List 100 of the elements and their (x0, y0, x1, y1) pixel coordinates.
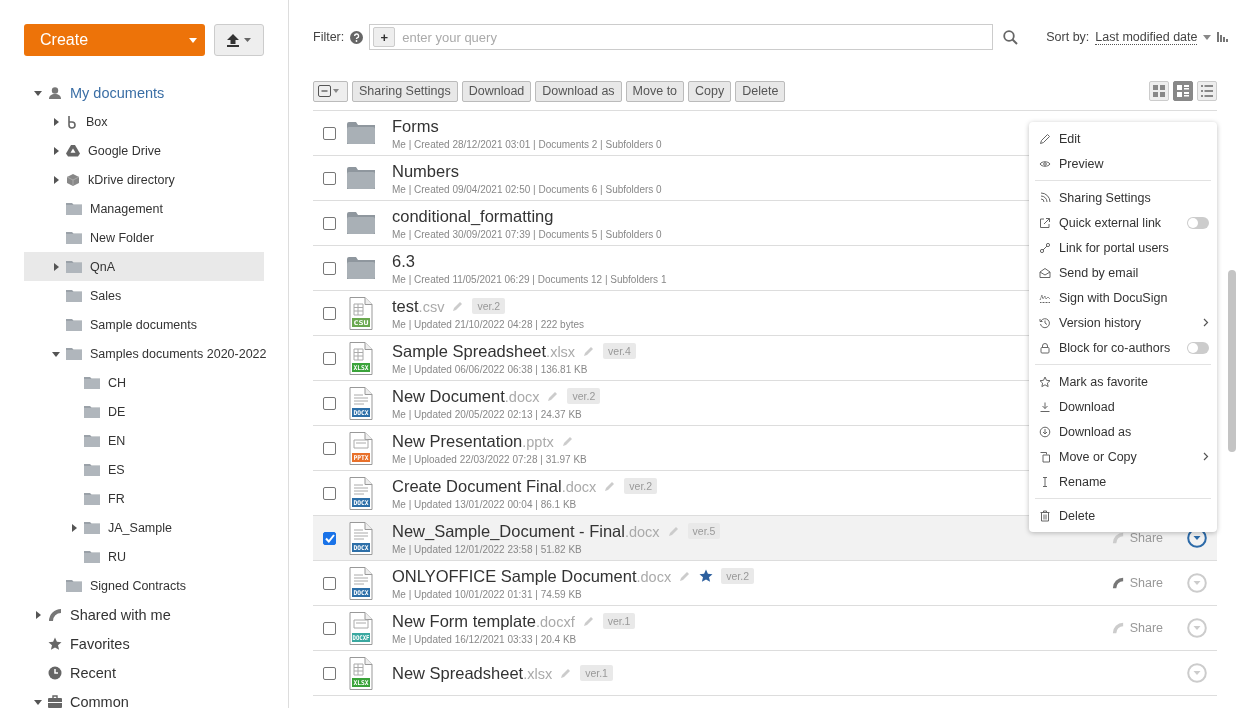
file-name[interactable]: New_Sample_Document - Final.docx (392, 521, 660, 541)
file-name[interactable]: test.csv (392, 296, 445, 316)
checkbox[interactable] (323, 216, 336, 230)
file-name[interactable]: Sample Spreadsheet.xlsx (392, 341, 576, 361)
checkbox[interactable] (323, 621, 336, 635)
tree-item[interactable]: Samples documents 2020-2022 (24, 339, 264, 368)
menu-item[interactable]: Download (1029, 394, 1217, 419)
checkbox[interactable] (323, 261, 336, 275)
tree-item[interactable]: QnA (24, 252, 264, 281)
view-toggle[interactable] (1149, 81, 1169, 101)
caret-down-icon[interactable] (52, 349, 60, 358)
menu-item[interactable]: Send by email (1029, 260, 1217, 285)
tree-item[interactable]: FR (24, 484, 264, 513)
file-meta: Me | Created 11/05/2021 06:29 | Documents 12 | Subfolders 1 (392, 273, 667, 285)
tree-item[interactable]: Management (24, 194, 264, 223)
checkbox[interactable] (323, 351, 336, 365)
caret-right-icon[interactable] (52, 146, 60, 155)
toggle-switch[interactable] (1187, 216, 1209, 229)
caret-right-icon[interactable] (52, 175, 60, 184)
toolbar-button[interactable]: Download as (535, 80, 622, 102)
caret-down-icon[interactable] (34, 88, 42, 97)
caret-down-icon[interactable] (34, 697, 42, 706)
file-name[interactable]: conditional_formatting (392, 206, 554, 226)
tree-item[interactable]: Sample documents (24, 310, 264, 339)
tree-item[interactable]: Favorites (24, 629, 264, 658)
caret-right-icon[interactable] (34, 610, 42, 619)
file-name[interactable]: Forms (392, 116, 439, 136)
caret-down-icon[interactable] (1203, 34, 1212, 40)
tree-item[interactable]: kDrive directory (24, 165, 264, 194)
tree-item[interactable]: JA_Sample (24, 513, 264, 542)
checkbox[interactable] (323, 576, 336, 590)
toolbar-button[interactable]: Sharing Settings (352, 80, 458, 102)
view-toggle[interactable] (1197, 81, 1217, 101)
file-name[interactable]: New Spreadsheet.xlsx (392, 663, 553, 683)
help-icon[interactable] (350, 30, 364, 44)
checkbox[interactable] (323, 441, 336, 455)
checkbox[interactable] (323, 126, 336, 140)
tree-item[interactable]: My documents (24, 78, 264, 107)
toolbar-button[interactable]: Delete (735, 80, 786, 102)
tree-item[interactable]: CH (24, 368, 264, 397)
file-name[interactable]: Create Document Final.docx (392, 476, 597, 496)
folder-icon (84, 434, 100, 447)
menu-item[interactable]: Quick external link (1029, 210, 1217, 235)
menu-item[interactable]: Edit (1029, 126, 1217, 151)
sort-order-icon[interactable] (1217, 32, 1230, 42)
menu-item[interactable]: Move or Copy (1029, 444, 1217, 469)
tree-item[interactable]: DE (24, 397, 264, 426)
file-name[interactable]: 6.3 (392, 251, 415, 271)
caret-right-icon[interactable] (70, 523, 78, 532)
checkbox[interactable] (323, 306, 336, 320)
search-icon[interactable] (1003, 29, 1019, 45)
briefcase-icon (48, 695, 62, 708)
signal-icon (1039, 191, 1051, 204)
file-meta: Me | Updated 16/12/2021 03:33 | 20.4 KB (392, 633, 578, 645)
file-name[interactable]: Numbers (392, 161, 459, 181)
checkbox[interactable] (323, 666, 336, 680)
add-filter-button[interactable]: + (373, 27, 396, 47)
tree-item[interactable]: New Folder (24, 223, 264, 252)
tree-item[interactable]: Sales (24, 281, 264, 310)
tree-item[interactable]: Google Drive (24, 136, 264, 165)
file-name[interactable]: New Presentation.pptx (392, 431, 554, 451)
toolbar-button[interactable]: Move to (625, 80, 685, 102)
menu-item[interactable]: Version history (1029, 310, 1217, 335)
checkbox[interactable] (323, 531, 336, 545)
circle-download-icon (1039, 425, 1051, 438)
view-toggle[interactable] (1173, 81, 1193, 101)
folder-icon (84, 463, 100, 476)
tree-item[interactable]: Shared with me (24, 600, 264, 629)
tree-item[interactable]: Common (24, 687, 264, 708)
checkbox[interactable] (323, 486, 336, 500)
share-icon (1111, 622, 1124, 634)
folder-icon (84, 405, 100, 418)
upload-button[interactable] (214, 24, 264, 56)
select-dropdown[interactable] (313, 80, 348, 102)
toolbar-button[interactable]: Download (461, 80, 532, 102)
tree-item[interactable]: EN (24, 426, 264, 455)
tree-item[interactable]: Signed Contracts (24, 571, 264, 600)
tree-item[interactable]: ES (24, 455, 264, 484)
star-icon (48, 636, 62, 651)
sort-dropdown[interactable]: Last modified date (1095, 29, 1198, 45)
tree-item[interactable]: Box (24, 107, 264, 136)
file-name[interactable]: New Document.docx (392, 386, 540, 406)
menu-item[interactable]: Rename (1029, 469, 1217, 494)
file-name[interactable]: New Form template.docxf (392, 611, 575, 631)
sort-label: Sort by: (1046, 30, 1090, 44)
toolbar-button[interactable]: Copy (688, 80, 732, 102)
file-meta: Me | Created 30/09/2021 07:39 | Documents 5 | Subfolders 0 (392, 228, 662, 240)
checkbox[interactable] (323, 171, 336, 185)
tree-item[interactable]: Recent (24, 658, 264, 687)
caret-right-icon[interactable] (52, 117, 60, 126)
file-meta: Me | Updated 20/05/2022 02:13 | 24.37 KB (392, 408, 583, 420)
scrollbar[interactable] (1228, 270, 1236, 452)
menu-item[interactable]: Block for co-authors (1029, 335, 1217, 360)
tree-item[interactable]: RU (24, 542, 264, 571)
star-icon[interactable] (699, 569, 714, 583)
caret-right-icon[interactable] (52, 262, 60, 271)
file-name[interactable]: ONLYOFFICE Sample Document.docx (392, 566, 672, 586)
toggle-switch[interactable] (1187, 341, 1209, 354)
checkbox[interactable] (323, 396, 336, 410)
envelope-icon (1039, 266, 1051, 279)
